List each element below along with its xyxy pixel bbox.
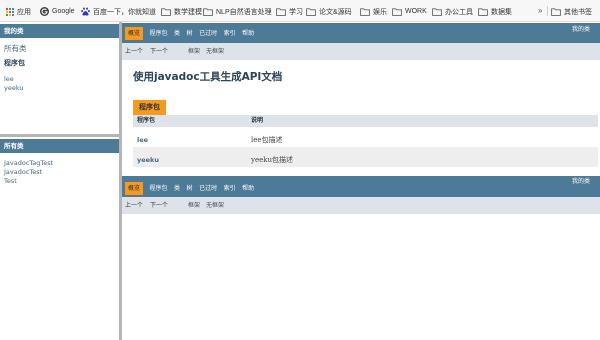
bookmark-label: 论文&源码: [319, 8, 352, 16]
bookmark-label: 办公工具: [445, 8, 473, 16]
nav-overview: 概览: [125, 182, 144, 195]
bookmark-label: WORK: [405, 8, 427, 15]
bookmark-google[interactable]: Google: [40, 6, 75, 17]
table-row: yeeku yeeku包描述: [133, 147, 598, 167]
bookmark-folder-papers-code[interactable]: 论文&源码: [306, 6, 352, 17]
prev-label: 上一个: [125, 48, 144, 55]
bottom-nav-list: 概览 程序包 类 树 已过时 索引 帮助: [125, 182, 261, 195]
bookmark-label: 数学建模: [174, 8, 202, 16]
bookmark-apps[interactable]: 应用: [6, 6, 31, 17]
class-link-javadoctagtest[interactable]: JavadocTagTest: [4, 159, 53, 168]
folder-icon: [478, 7, 488, 16]
frames-link[interactable]: 框架: [188, 197, 200, 214]
bookmark-label: 学习: [289, 8, 303, 16]
nav-class[interactable]: 类: [174, 27, 180, 40]
nav-index[interactable]: 索引: [224, 182, 236, 195]
bookmark-folder-office-tools[interactable]: 办公工具: [432, 6, 473, 17]
prev-label: 上一个: [125, 202, 144, 209]
nav-help[interactable]: 帮助: [242, 182, 254, 195]
page-title: 使用javadoc工具生成API文档: [133, 71, 283, 83]
bookmark-label: 数据集: [491, 8, 512, 16]
nav-tree[interactable]: 树: [187, 27, 193, 40]
bookmark-label: 应用: [17, 8, 31, 16]
bookmark-label: 娱乐: [373, 8, 387, 16]
nav-class[interactable]: 类: [174, 182, 180, 195]
description-cell: lee包描述: [247, 127, 598, 147]
top-nav-bar: 概览 程序包 类 树 已过时 索引 帮助 我的类: [122, 23, 600, 43]
table-row: lee lee包描述: [133, 127, 598, 147]
next-label: 下一个: [150, 202, 169, 209]
bookmark-folder-entertainment[interactable]: 娱乐: [360, 6, 387, 17]
table-caption: 程序包: [133, 100, 166, 115]
top-sub-nav: 上一个 下一个 框架 无框架: [122, 43, 600, 60]
table-header-row: 程序包 说明: [133, 115, 598, 127]
package-description: lee包描述: [251, 136, 283, 144]
no-frames-link[interactable]: 无框架: [206, 43, 224, 60]
folder-icon: [161, 7, 171, 16]
bookmark-folder-other[interactable]: 其他书签: [551, 6, 592, 17]
frames-link[interactable]: 框架: [188, 43, 200, 60]
folder-icon: [306, 7, 316, 16]
bookmark-label: 其他书签: [564, 8, 592, 16]
column-header-package: 程序包: [137, 117, 156, 124]
package-description: yeeku包描述: [251, 156, 293, 164]
classes-frame-header: 所有类: [0, 139, 119, 153]
bookmark-folder-datasets[interactable]: 数据集: [478, 6, 512, 17]
folder-icon: [392, 7, 402, 16]
package-link-lee[interactable]: lee: [4, 75, 14, 84]
class-link-test[interactable]: Test: [4, 177, 17, 186]
google-icon: [40, 7, 49, 16]
package-cell: yeeku: [133, 147, 247, 167]
bookmarks-overflow-button[interactable]: »: [538, 5, 542, 16]
next-label: 下一个: [150, 48, 169, 55]
package-link-yeeku[interactable]: yeeku: [4, 84, 24, 93]
folder-icon: [551, 7, 561, 16]
packages-table: 程序包 说明 lee lee包描述 yeeku yeeku包描述: [133, 115, 598, 167]
nav-index[interactable]: 索引: [224, 27, 236, 40]
description-cell: yeeku包描述: [247, 147, 598, 167]
package-cell: lee: [133, 127, 247, 147]
package-link-lee[interactable]: lee: [137, 136, 148, 144]
packages-frame-header: 我的类: [0, 24, 119, 38]
folder-icon: [203, 7, 213, 16]
bookmarks-separator: [547, 6, 548, 16]
class-link-javadoctest[interactable]: JavadocTest: [4, 168, 42, 177]
classes-frame: 所有类 JavadocTagTest JavadocTest Test: [0, 137, 119, 340]
packages-heading: 程序包: [4, 58, 25, 67]
bookmark-folder-math-modeling[interactable]: 数学建模: [161, 6, 202, 17]
bookmark-label: NLP自然语言处理: [216, 8, 272, 16]
bookmark-folder-work[interactable]: WORK: [392, 6, 427, 17]
bookmark-folder-study[interactable]: 学习: [276, 6, 303, 17]
all-classes-link[interactable]: 所有类: [4, 44, 27, 53]
folder-icon: [432, 7, 442, 16]
nav-overview: 概览: [125, 27, 144, 40]
folder-icon: [360, 7, 370, 16]
column-header-description: 说明: [251, 117, 264, 124]
bookmark-label: 百度一下，你就知道: [93, 8, 156, 16]
nav-deprecated[interactable]: 已过时: [199, 182, 217, 195]
bottom-nav-bar: 概览 程序包 类 树 已过时 索引 帮助 我的类: [122, 176, 600, 197]
no-frames-link[interactable]: 无框架: [206, 197, 224, 214]
nav-about-label: 我的类: [571, 178, 590, 185]
bookmark-folder-nlp[interactable]: NLP自然语言处理: [203, 6, 272, 17]
content-frame: 概览 程序包 类 树 已过时 索引 帮助 我的类 上一个 下一个 框架 无框架 …: [122, 22, 600, 340]
bookmark-label: Google: [52, 8, 75, 15]
bottom-sub-nav: 上一个 下一个 框架 无框架: [122, 197, 600, 214]
bookmark-baidu[interactable]: 百度一下，你就知道: [81, 6, 156, 17]
nav-tree[interactable]: 树: [187, 182, 193, 195]
top-nav-list: 概览 程序包 类 树 已过时 索引 帮助: [125, 27, 261, 40]
nav-help[interactable]: 帮助: [242, 27, 254, 40]
nav-package[interactable]: 程序包: [150, 182, 168, 195]
nav-about-label: 我的类: [571, 26, 590, 33]
folder-icon: [276, 7, 286, 16]
nav-deprecated[interactable]: 已过时: [199, 27, 217, 40]
nav-package[interactable]: 程序包: [150, 27, 168, 40]
baidu-paw-icon: [81, 7, 90, 16]
package-link-yeeku[interactable]: yeeku: [137, 156, 159, 164]
bookmarks-bar: 应用 Google 百度一下，你就知道 数学建模 NLP自然语言处理 学习 论文…: [0, 0, 600, 22]
packages-frame: 我的类 所有类 程序包 lee yeeku: [0, 22, 119, 134]
apps-grid-icon: [6, 7, 14, 16]
